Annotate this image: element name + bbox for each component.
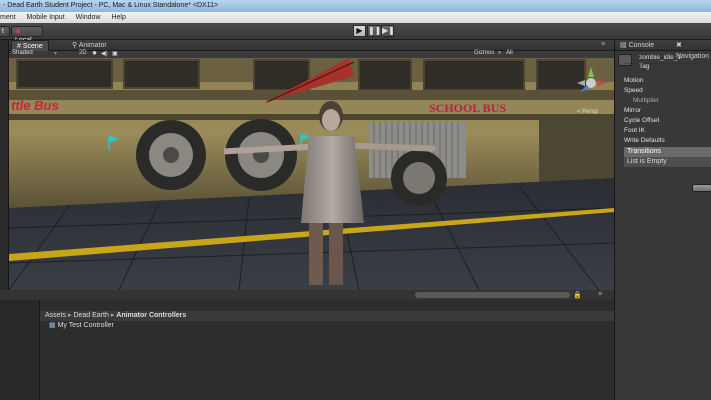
- tab-scene-label: Scene: [22, 43, 43, 50]
- cycle-offset-label: Cycle Offset: [624, 117, 660, 124]
- menu-item-mobile-input[interactable]: Mobile Input: [27, 14, 65, 21]
- shading-dropdown-arrow-icon: ▾: [54, 51, 58, 57]
- mode-2d-toggle[interactable]: 2D: [79, 50, 87, 56]
- effects-icon[interactable]: ▣: [112, 50, 118, 57]
- menu-bar: ment Mobile Input Window Help: [0, 12, 711, 23]
- tab-navigation[interactable]: ✖ Navigation: [671, 40, 711, 60]
- breadcrumb: Assets ▸ Dead Earth ▸ Animator Controlle…: [40, 311, 614, 321]
- scene-search-input[interactable]: All: [506, 50, 513, 56]
- scene-render: ttle Bus SCHOOL BUS: [9, 58, 614, 290]
- audio-icon[interactable]: ◀): [101, 50, 108, 57]
- step-button[interactable]: ▶❚: [381, 25, 395, 37]
- list-item[interactable]: ▦ My Test Controller: [49, 321, 114, 329]
- inspector-panel: ▤ Console ✖ Navigation zombie_idle_1 Tag…: [614, 40, 711, 400]
- breadcrumb-dead-earth[interactable]: Dead Earth: [73, 312, 108, 319]
- panel-options-icon[interactable]: ≡: [598, 291, 602, 298]
- persp-label[interactable]: < Persp: [577, 109, 598, 115]
- lock-icon[interactable]: 🔒: [573, 291, 582, 299]
- panel-menu-icon[interactable]: ≡: [601, 41, 605, 48]
- hierarchy-panel-edge: [0, 40, 9, 300]
- search-icon: ⌕: [498, 50, 502, 56]
- gizmo-icon: [577, 67, 607, 92]
- list-empty-label: List is Empty: [627, 158, 667, 165]
- animator-icon: ⚲: [72, 42, 78, 49]
- menu-item-component[interactable]: ment: [0, 14, 16, 21]
- main-toolbar: t ◉ Local ▶ ❚❚ ▶❚: [0, 23, 711, 44]
- scene-hash-icon: #: [17, 43, 21, 50]
- project-folder-tree: [0, 300, 40, 400]
- menu-item-help[interactable]: Help: [111, 14, 125, 21]
- inspector-tab-strip: ▤ Console ✖ Navigation: [615, 40, 711, 60]
- lighting-icon[interactable]: ✹: [92, 50, 97, 57]
- tab-animator-label: Animator: [78, 42, 107, 49]
- project-panel: Assets ▸ Dead Earth ▸ Animator Controlle…: [0, 300, 614, 400]
- window-title-bar: - Dead Earth Student Project - PC, Mac &…: [0, 0, 711, 12]
- zoom-slider[interactable]: [415, 292, 570, 298]
- play-button[interactable]: ▶: [353, 25, 366, 37]
- list-item-label: My Test Controller: [57, 322, 114, 329]
- navigation-icon: ✖: [676, 42, 682, 49]
- step-icon: ▶❚: [382, 26, 395, 35]
- scene-viewport[interactable]: ttle Bus SCHOOL BUS < Persp: [9, 58, 614, 290]
- window-title: - Dead Earth Student Project - PC, Mac &…: [3, 2, 219, 9]
- bus-sign-left: ttle Bus: [11, 98, 59, 113]
- orientation-gizmo[interactable]: [572, 64, 610, 104]
- transitions-header[interactable]: Transitions: [624, 147, 711, 157]
- motion-label: Motion: [624, 77, 644, 84]
- pause-button[interactable]: ❚❚: [367, 25, 382, 37]
- add-button[interactable]: [692, 184, 711, 192]
- pause-icon: ❚❚: [368, 26, 382, 35]
- write-defaults-label: Write Defaults: [624, 137, 665, 144]
- mirror-label: Mirror: [624, 107, 641, 114]
- multiplier-label: Multiplier: [633, 97, 660, 104]
- pivot-label: t: [2, 28, 4, 35]
- scene-control-bar: Shaded ▾ 2D ✹ ◀) ▣ Gizmos ⌕ All: [9, 50, 614, 58]
- breadcrumb-animator-controllers[interactable]: Animator Controllers: [116, 312, 186, 319]
- bus-sign-right: SCHOOL BUS: [429, 101, 506, 115]
- transitions-label: Transitions: [627, 148, 661, 155]
- foot-ik-label: Foot IK: [624, 127, 645, 134]
- animator-controller-icon: ▦: [49, 322, 56, 329]
- tab-console-label: Console: [628, 42, 655, 49]
- breadcrumb-separator-icon: ▸: [110, 312, 115, 319]
- gizmos-dropdown[interactable]: Gizmos: [474, 50, 494, 56]
- transitions-list: List is Empty: [624, 157, 711, 167]
- scene-tab-strip: # Scene ⚲ Animator ≡: [9, 40, 614, 51]
- console-icon: ▤: [620, 42, 627, 49]
- scene-bottom-bar: 🔒 ≡: [0, 290, 614, 300]
- local-globe-icon: ◉: [15, 28, 22, 35]
- pivot-toggle[interactable]: t: [0, 26, 10, 37]
- state-name-field[interactable]: zombie_idle_1: [639, 54, 681, 61]
- speed-label: Speed: [624, 87, 643, 94]
- breadcrumb-assets[interactable]: Assets: [45, 312, 66, 319]
- shading-dropdown[interactable]: Shaded: [12, 50, 33, 56]
- menu-item-window[interactable]: Window: [76, 14, 101, 21]
- header-divider: [624, 63, 700, 71]
- breadcrumb-separator-icon: ▸: [67, 312, 72, 319]
- tab-console[interactable]: ▤ Console: [615, 40, 659, 51]
- play-icon: ▶: [356, 26, 363, 35]
- local-toggle[interactable]: ◉ Local: [11, 26, 43, 44]
